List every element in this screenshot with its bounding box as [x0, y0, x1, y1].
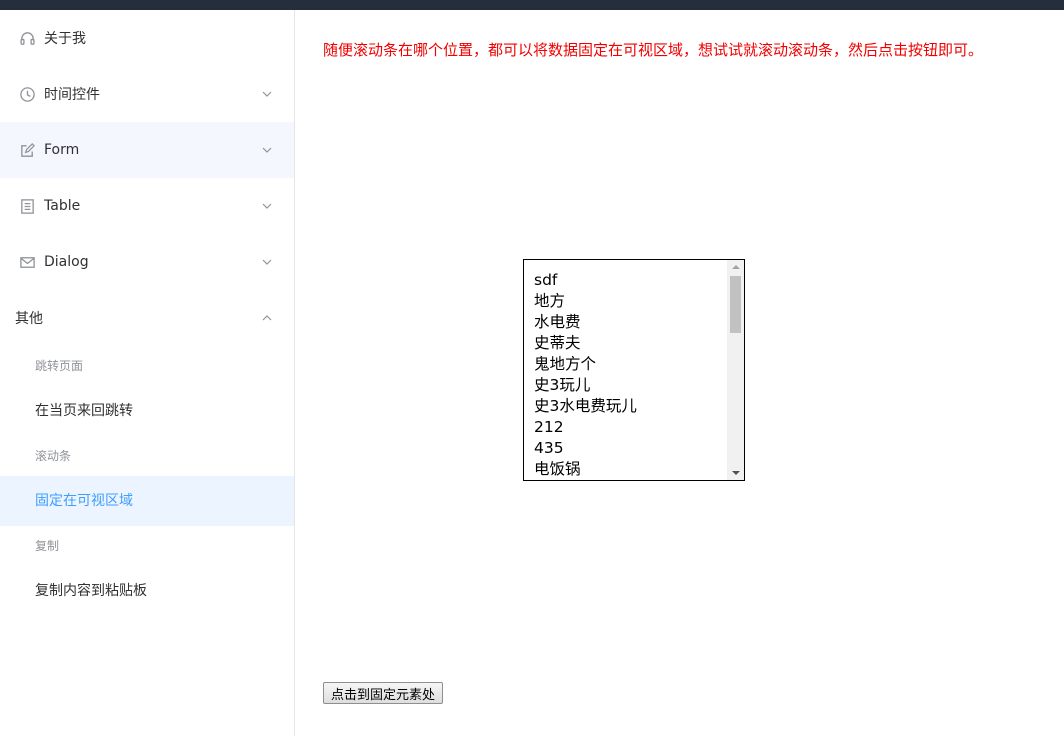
- chevron-down-icon: [261, 200, 273, 212]
- list-item: 435: [534, 439, 564, 457]
- list-item: 电饭锅: [534, 460, 581, 478]
- clock-icon: [18, 85, 36, 103]
- scroll-down-arrow-icon[interactable]: [727, 466, 744, 480]
- menu-item-form[interactable]: Form: [0, 122, 294, 178]
- chevron-down-icon: [261, 88, 273, 100]
- document-icon: [18, 197, 36, 215]
- sub-item-fix-visible-area[interactable]: 固定在可视区域: [0, 476, 294, 526]
- chevron-down-icon: [261, 144, 273, 156]
- menu-item-label: Table: [44, 198, 81, 214]
- sidebar-menu: 关于我 时间控件 Form Table Dialog 其他 跳转页面 在当页来回…: [0, 10, 295, 736]
- list-item: 地方: [534, 292, 566, 310]
- menu-item-time-controls[interactable]: 时间控件: [0, 66, 294, 122]
- scroll-list-box[interactable]: sdf 地方 水电费 史蒂夫 鬼地方个 史3玩儿 史3水电费玩儿 212 435…: [523, 259, 745, 481]
- menu-item-about-me[interactable]: 关于我: [0, 10, 294, 66]
- list-item: 212: [534, 418, 564, 436]
- list-item: 史蒂夫: [534, 334, 581, 352]
- menu-item-dialog[interactable]: Dialog: [0, 234, 294, 290]
- menu-item-table[interactable]: Table: [0, 178, 294, 234]
- list-item: sdf: [534, 271, 558, 289]
- chevron-down-icon: [261, 256, 273, 268]
- list-item: 水电费: [534, 313, 581, 331]
- instruction-text: 随便滚动条在哪个位置，都可以将数据固定在可视区域，想试试就滚动滚动条，然后点击按…: [323, 41, 984, 59]
- headset-icon: [18, 29, 36, 47]
- edit-icon: [18, 141, 36, 159]
- menu-item-other[interactable]: 其他: [0, 290, 294, 346]
- list-item: 鬼地方个: [534, 355, 597, 373]
- message-icon: [18, 253, 36, 271]
- vertical-scrollbar[interactable]: [727, 260, 744, 480]
- sub-item-copy-to-clipboard[interactable]: 复制内容到粘贴板: [0, 566, 294, 616]
- top-bar: [0, 0, 1064, 10]
- scrollbar-thumb[interactable]: [730, 276, 741, 333]
- menu-item-label: Dialog: [44, 254, 89, 270]
- menu-item-label: 关于我: [44, 31, 86, 47]
- chevron-up-icon: [261, 312, 273, 324]
- menu-item-label: 其他: [15, 311, 43, 327]
- group-title-copy: 复制: [35, 539, 60, 553]
- data-list: sdf 地方 水电费 史蒂夫 鬼地方个 史3玩儿 史3水电费玩儿 212 435…: [524, 260, 744, 480]
- main-content: 随便滚动条在哪个位置，都可以将数据固定在可视区域，想试试就滚动滚动条，然后点击按…: [296, 10, 1064, 736]
- sub-item-same-page-jump[interactable]: 在当页来回跳转: [0, 386, 294, 436]
- menu-item-label: Form: [44, 142, 80, 158]
- scroll-to-fixed-element-button[interactable]: 点击到固定元素处: [323, 682, 444, 704]
- group-title-jump-page: 跳转页面: [35, 359, 84, 373]
- scroll-up-arrow-icon[interactable]: [727, 260, 744, 274]
- menu-item-label: 时间控件: [44, 87, 100, 103]
- list-item: 史3水电费玩儿: [534, 397, 637, 415]
- list-item: 史3玩儿: [534, 376, 591, 394]
- group-title-scrollbar: 滚动条: [35, 449, 72, 463]
